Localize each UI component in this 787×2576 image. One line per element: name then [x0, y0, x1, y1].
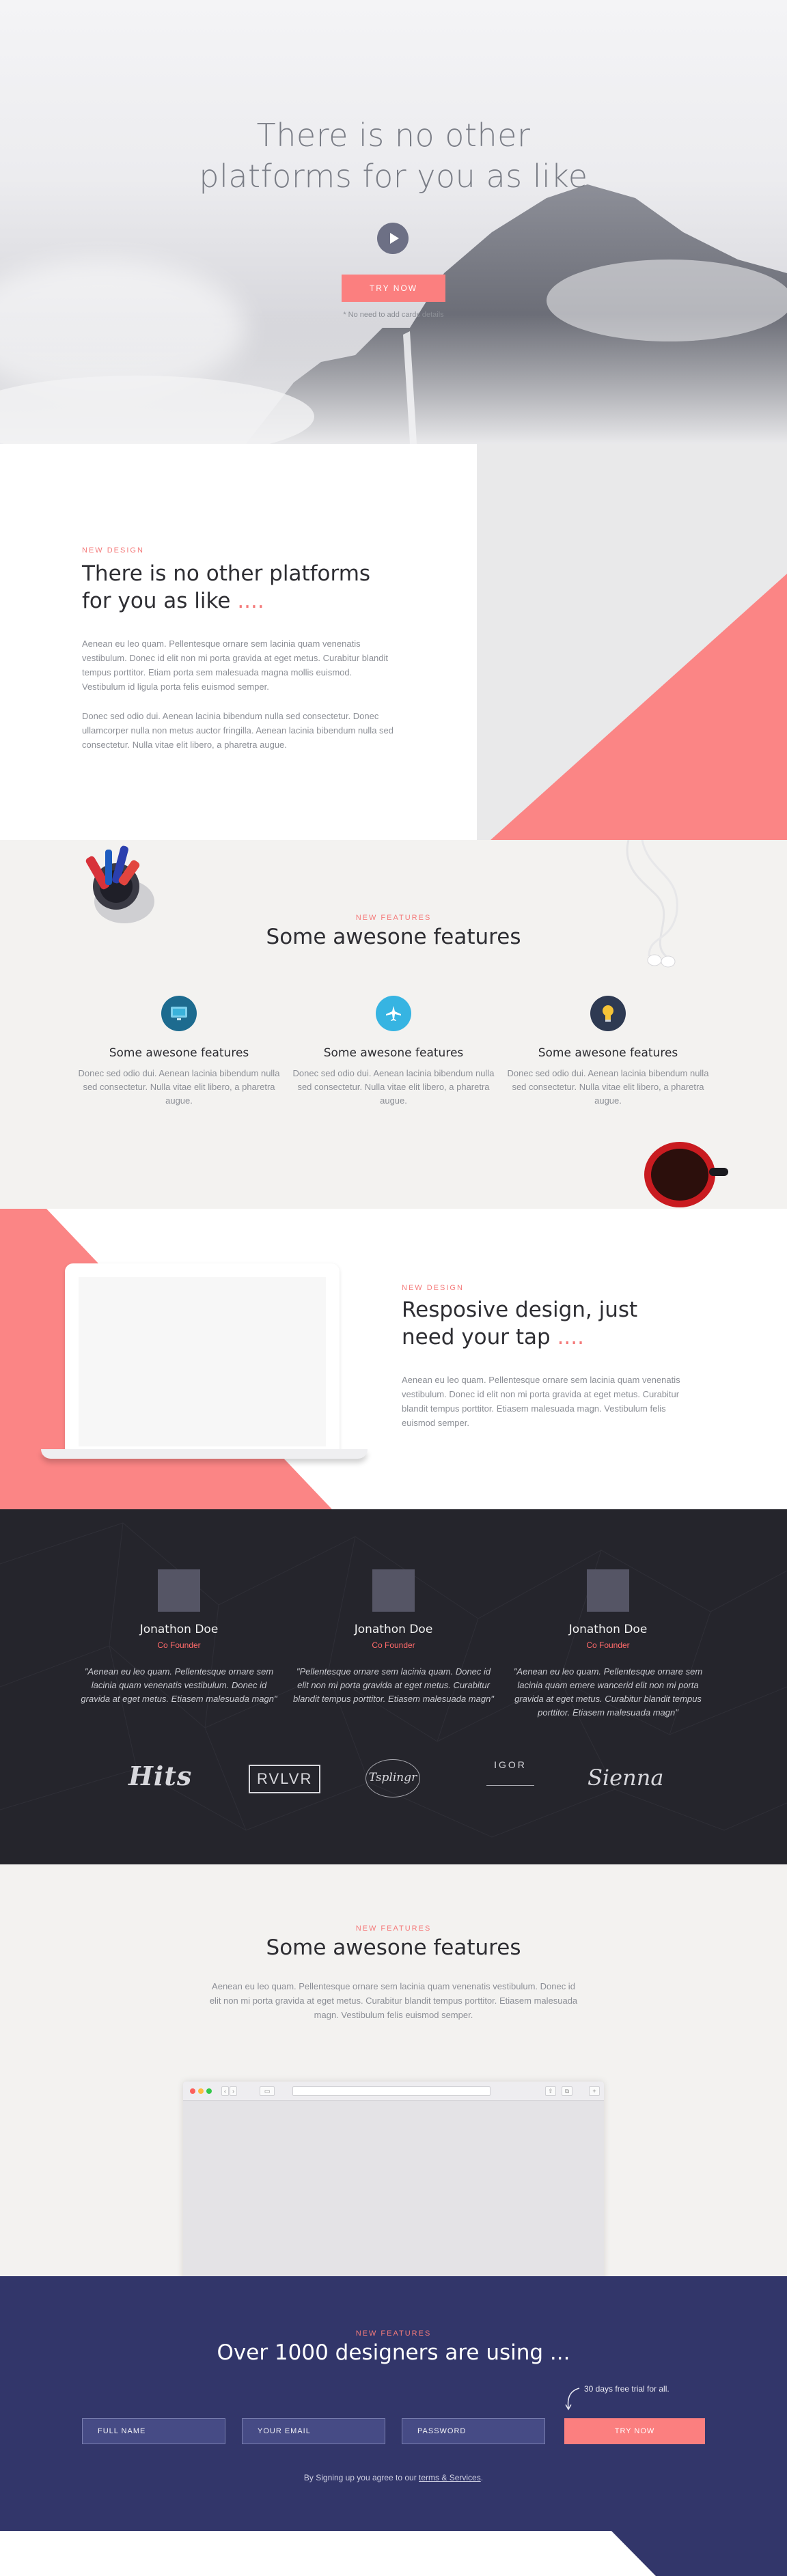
intro-heading-dots: .... [237, 589, 264, 613]
full-name-field[interactable]: FULL NAME [82, 2418, 225, 2444]
intro-decoration-panel [477, 444, 787, 840]
curved-arrow-icon [565, 2388, 580, 2411]
showcase-eyebrow: NEW FEATURES [355, 1924, 432, 1933]
member-role: Co Founder [586, 1640, 630, 1650]
close-dot [190, 2088, 195, 2094]
coffee-cup-image [644, 1142, 728, 1207]
team-member-card: Jonathon Doe Co Founder "Aenean eu leo q… [506, 1569, 710, 1720]
password-field[interactable]: PASSWORD [402, 2418, 545, 2444]
feature-title: Some awesone features [109, 1046, 249, 1060]
feature-card: Some awesone features Donec sed odio dui… [506, 996, 710, 1108]
terms-suffix: . [480, 2473, 484, 2482]
avatar [372, 1569, 415, 1612]
avatar [158, 1569, 200, 1612]
terms-link[interactable]: terms & Services [419, 2473, 481, 2482]
member-quote: "Aenean eu leo quam. Pellentesque ornare… [513, 1666, 703, 1718]
responsive-paragraph: Aenean eu leo quam. Pellentesque ornare … [402, 1375, 680, 1428]
member-quote: "Pellentesque ornare sem lacinia quam. D… [293, 1666, 494, 1704]
team-member-card: Jonathon Doe Co Founder "Pellentesque or… [291, 1569, 496, 1706]
showcase-heading: Some awesone features [266, 1935, 521, 1960]
terms-prefix: By Signing up you agree to our [303, 2473, 417, 2482]
features-heading: Some awesone features [266, 925, 521, 949]
responsive-heading: Resposive design, just need your tap ...… [402, 1296, 716, 1351]
address-bar [292, 2086, 491, 2096]
feature-text: Donec sed odio dui. Aenean lacinia biben… [292, 1068, 495, 1106]
member-role: Co Founder [372, 1640, 415, 1650]
back-icon: ‹ [221, 2086, 229, 2096]
intro-heading-line1: There is no other platforms [82, 561, 371, 586]
feature-title: Some awesone features [538, 1046, 678, 1060]
logo-rvlvr: RVLVR [249, 1765, 321, 1793]
minimize-dot [198, 2088, 204, 2094]
logo-hits: Hits [128, 1761, 193, 1791]
signup-heading: Over 1000 designers are using ... [217, 2340, 570, 2365]
client-logos: Hits RVLVR Tsplingr IGOR Sienna [0, 1755, 787, 1803]
member-name: Jonathon Doe [139, 1623, 219, 1636]
intro-section: NEW DESIGN There is no other platforms f… [0, 444, 787, 840]
forward-icon: › [230, 2086, 237, 2096]
responsive-eyebrow: NEW DESIGN [402, 1284, 464, 1292]
monitor-icon [161, 996, 197, 1031]
terms-text: By Signing up you agree to our terms & S… [0, 2473, 787, 2482]
hero-note: * No need to add cards details [343, 311, 444, 319]
showcase-section: NEW FEATURES Some awesone features Aenea… [0, 1864, 787, 2276]
laptop-image [65, 1263, 340, 1449]
intro-eyebrow: NEW DESIGN [82, 546, 144, 555]
signup-eyebrow: NEW FEATURES [355, 2329, 432, 2338]
responsive-section: NEW DESIGN Resposive design, just need y… [0, 1209, 787, 1509]
logo-igor: IGOR [486, 1759, 534, 1786]
logo-sienna: Sienna [588, 1765, 664, 1791]
browser-toolbar: ‹ › ▭ ⇧ ⧉ + [183, 2082, 604, 2101]
feature-card: Some awesone features Donec sed odio dui… [291, 996, 496, 1108]
sidebar-icon: ▭ [260, 2086, 275, 2096]
lightbulb-icon [590, 996, 626, 1031]
play-icon [389, 233, 399, 244]
signup-section: NEW FEATURES Over 1000 designers are usi… [0, 2276, 787, 2531]
hero-title: There is no other platforms for you as l… [0, 115, 787, 197]
intro-heading: There is no other platforms for you as l… [82, 560, 410, 615]
avatar [587, 1569, 629, 1612]
feature-title: Some awesone features [323, 1046, 464, 1060]
browser-mockup: ‹ › ▭ ⇧ ⧉ + [183, 2082, 604, 2276]
member-name: Jonathon Doe [568, 1623, 648, 1636]
maximize-dot [206, 2088, 212, 2094]
share-icon: ⇧ [545, 2086, 556, 2096]
email-field[interactable]: YOUR EMAIL [242, 2418, 385, 2444]
navy-corner-decoration [611, 2531, 787, 2576]
try-now-button[interactable]: TRY NOW [342, 275, 445, 302]
showcase-paragraph: Aenean eu leo quam. Pellentesque ornare … [209, 1981, 578, 2020]
pink-triangle-decoration [491, 574, 787, 840]
intro-heading-line2: for you as like [82, 589, 231, 613]
signup-try-now-button[interactable]: TRY NOW [564, 2418, 705, 2444]
responsive-heading-line1: Resposive design, just [402, 1298, 638, 1322]
trial-note: 30 days free trial for all. [584, 2384, 669, 2394]
member-name: Jonathon Doe [354, 1623, 433, 1636]
new-tab-icon: + [589, 2086, 600, 2096]
play-button[interactable] [377, 223, 409, 254]
responsive-heading-line2: need your tap [402, 1325, 551, 1349]
team-member-card: Jonathon Doe Co Founder "Aenean eu leo q… [77, 1569, 281, 1706]
laptop-base [41, 1449, 368, 1459]
feature-text: Donec sed odio dui. Aenean lacinia biben… [507, 1068, 709, 1106]
earphones-image [626, 840, 678, 968]
responsive-heading-dots: .... [557, 1325, 584, 1349]
team-section: Jonathon Doe Co Founder "Aenean eu leo q… [0, 1509, 787, 1864]
features-eyebrow: NEW FEATURES [355, 914, 432, 922]
tabs-icon: ⧉ [562, 2086, 572, 2096]
hero-title-line1: There is no other [256, 117, 531, 154]
logo-tsplingr: Tsplingr [365, 1759, 420, 1797]
intro-paragraph-2: Donec sed odio dui. Aenean lacinia biben… [82, 711, 394, 750]
feature-card: Some awesone features Donec sed odio dui… [77, 996, 281, 1108]
member-role: Co Founder [157, 1640, 201, 1650]
footer-strip [0, 2531, 787, 2576]
airplane-icon [376, 996, 411, 1031]
member-quote: "Aenean eu leo quam. Pellentesque ornare… [81, 1666, 277, 1704]
laptop-screen [79, 1277, 326, 1446]
feature-text: Donec sed odio dui. Aenean lacinia biben… [78, 1068, 280, 1106]
hero-title-line2: platforms for you as like [199, 158, 588, 195]
intro-paragraph-1: Aenean eu leo quam. Pellentesque ornare … [82, 639, 389, 692]
features-section: NEW FEATURES Some awesone features Some … [0, 840, 787, 1209]
hero-section: There is no other platforms for you as l… [0, 0, 787, 444]
